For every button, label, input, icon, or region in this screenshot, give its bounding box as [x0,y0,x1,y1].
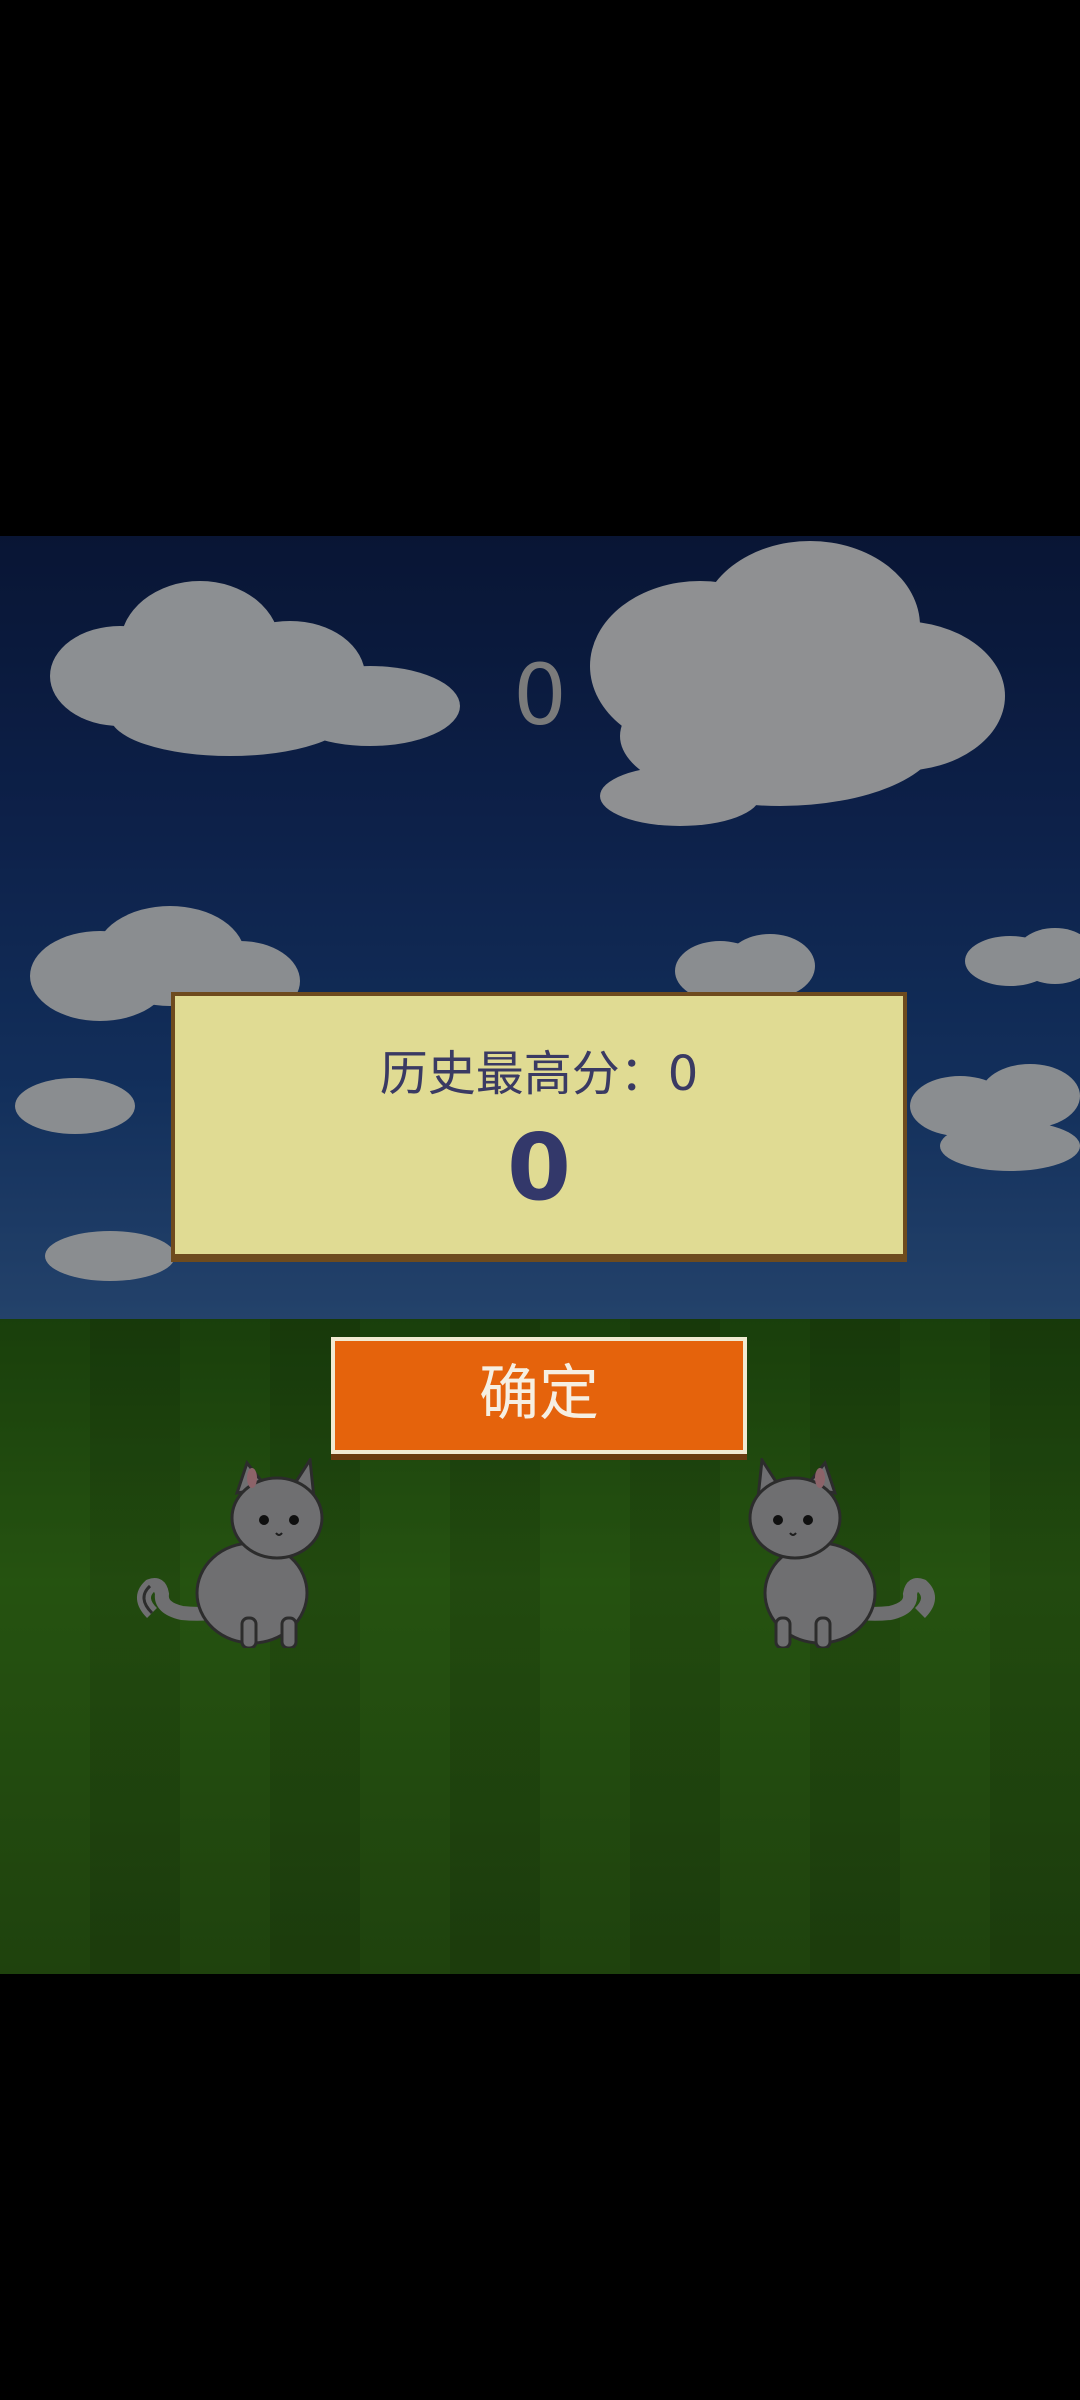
confirm-button[interactable]: 确定 [331,1337,747,1454]
game-canvas: 0 历史最高分：0 0 确定 [0,536,1080,1974]
best-score-label: 历史最高分：0 [379,1046,699,1102]
app-root: 0 历史最高分：0 0 确定 [0,0,1080,2400]
result-panel: 历史最高分：0 0 [171,992,907,1262]
current-score: 0 [513,646,567,744]
final-score: 0 [506,1114,571,1221]
